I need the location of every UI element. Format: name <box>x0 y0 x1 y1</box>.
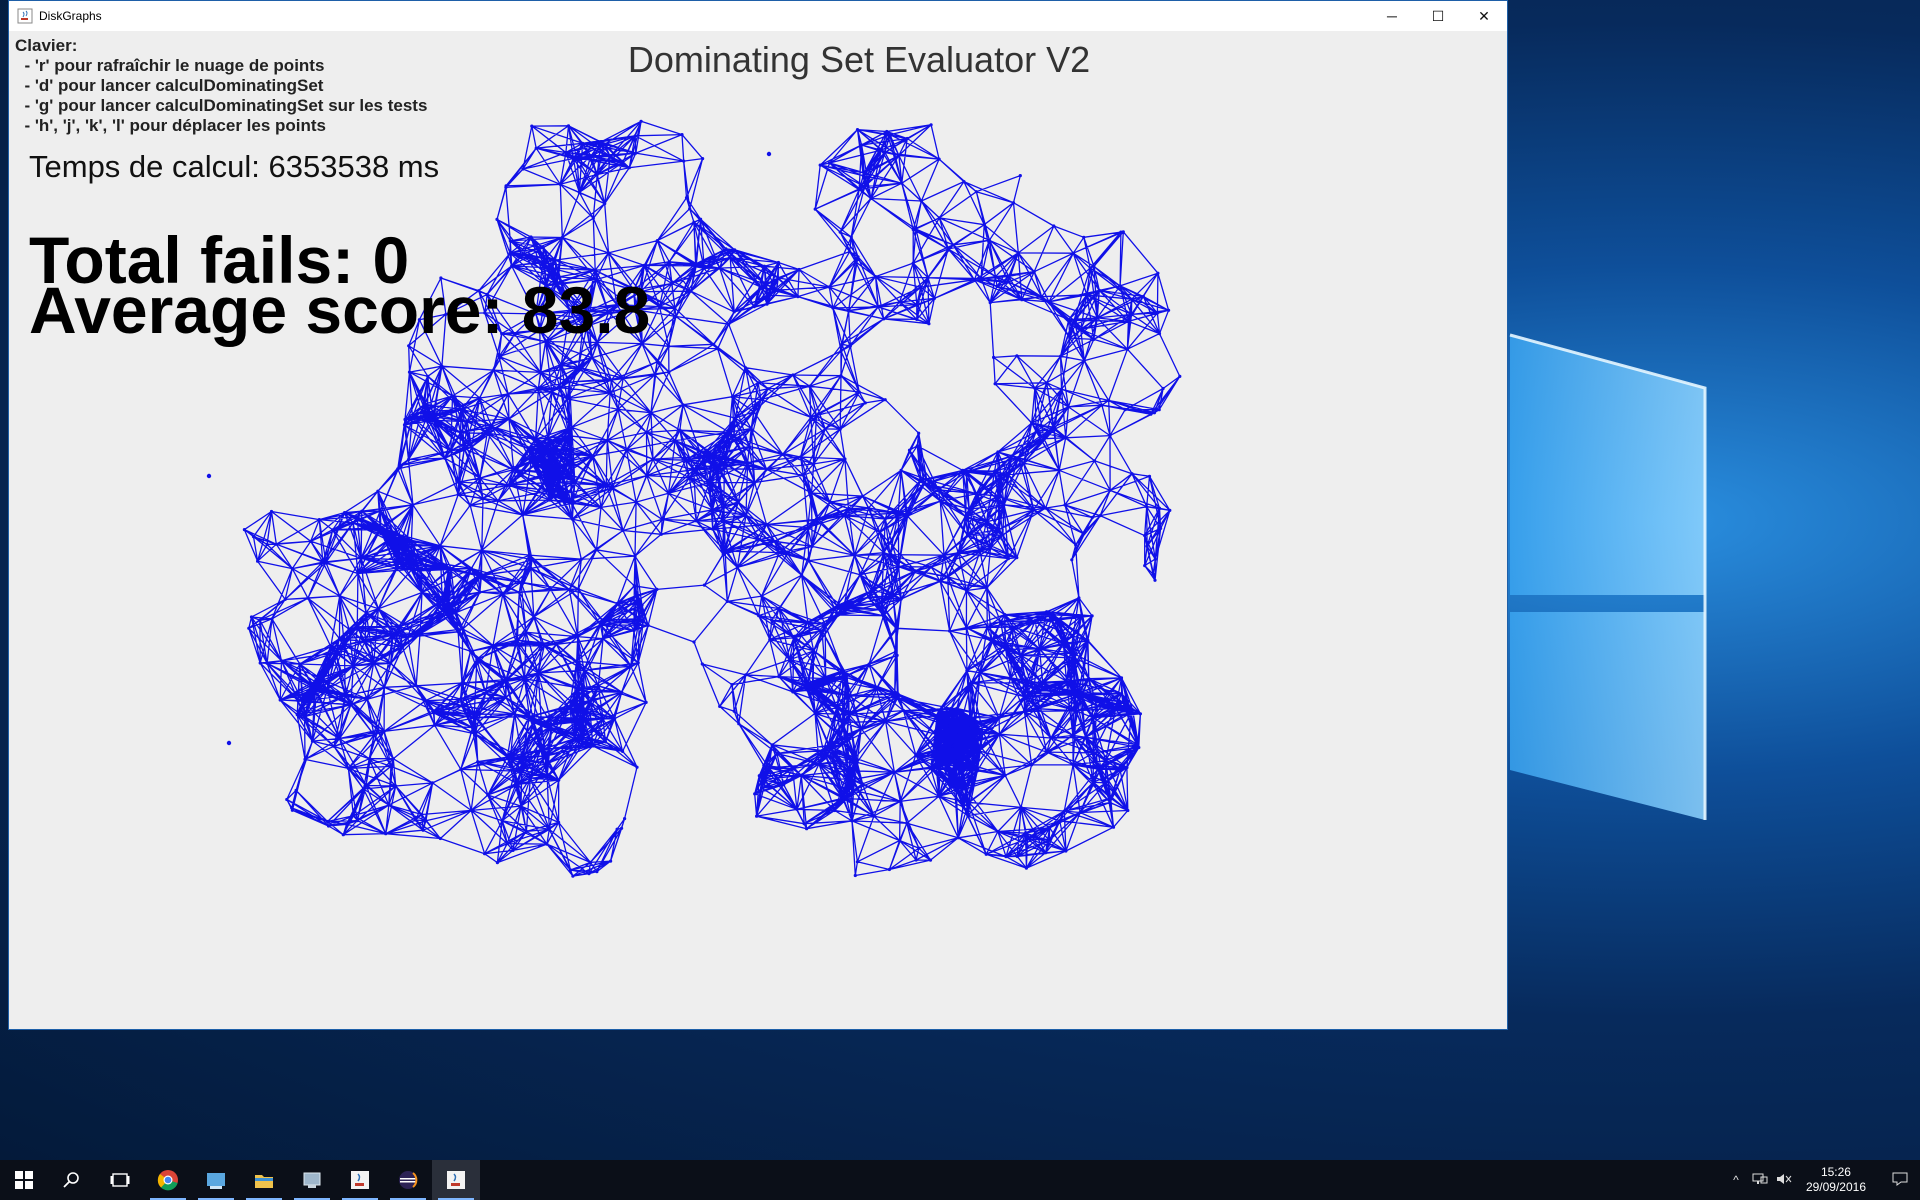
java-cup-icon <box>17 8 33 24</box>
terminal-button[interactable] <box>192 1160 240 1200</box>
title-bar[interactable]: DiskGraphs ─ ☐ ✕ <box>9 1 1507 31</box>
clock[interactable]: 15:26 29/09/2016 <box>1806 1165 1866 1195</box>
java-app-icon <box>447 1171 465 1189</box>
close-button[interactable]: ✕ <box>1461 1 1507 31</box>
calc-time-label: Temps de calcul: 6353538 ms <box>29 149 440 184</box>
java-icon <box>351 1171 369 1189</box>
control-panel-icon <box>303 1172 321 1188</box>
system-tray: ^ 15:26 29/09/2016 <box>1724 1160 1920 1200</box>
graph-canvas[interactable]: Clavier: - 'r' pour rafraîchir le nuage … <box>9 31 1507 1029</box>
taskbar: ^ 15:26 29/09/2016 <box>0 1160 1920 1200</box>
help-line: - 'g' pour lancer calculDominatingSet su… <box>15 96 428 115</box>
app-heading: Dominating Set Evaluator V2 <box>627 39 1091 80</box>
app-window: DiskGraphs ─ ☐ ✕ Clavier: - 'r' pour raf… <box>8 0 1508 1030</box>
terminal-icon <box>207 1173 225 1189</box>
notification-center-icon[interactable] <box>1880 1171 1920 1190</box>
control-panel-button[interactable] <box>288 1160 336 1200</box>
search-button[interactable] <box>48 1160 96 1200</box>
eclipse-icon <box>399 1171 418 1189</box>
average-score-label: Average score: 83.8 <box>29 273 651 347</box>
maximize-button[interactable]: ☐ <box>1415 1 1461 31</box>
chevron-up-icon[interactable]: ^ <box>1724 1173 1748 1187</box>
task-view-button[interactable] <box>96 1160 144 1200</box>
help-line: - 'h', 'j', 'k', 'l' pour déplacer les p… <box>15 116 327 135</box>
chrome-icon <box>157 1170 178 1191</box>
java-button[interactable] <box>336 1160 384 1200</box>
task-view-icon <box>110 1173 130 1187</box>
clock-time: 15:26 <box>1820 1165 1851 1179</box>
window-title: DiskGraphs <box>39 9 102 23</box>
volume-muted-icon[interactable] <box>1772 1172 1796 1189</box>
start-button[interactable] <box>0 1160 48 1200</box>
search-icon <box>63 1172 79 1188</box>
eclipse-button[interactable] <box>384 1160 432 1200</box>
network-icon[interactable] <box>1748 1172 1772 1189</box>
file-explorer-button[interactable] <box>240 1160 288 1200</box>
chrome-button[interactable] <box>144 1160 192 1200</box>
file-explorer-icon <box>255 1175 273 1188</box>
clock-date: 29/09/2016 <box>1805 1180 1866 1194</box>
start-icon <box>15 1171 33 1189</box>
minimize-button[interactable]: ─ <box>1369 1 1415 31</box>
java-app-button[interactable] <box>432 1160 480 1200</box>
